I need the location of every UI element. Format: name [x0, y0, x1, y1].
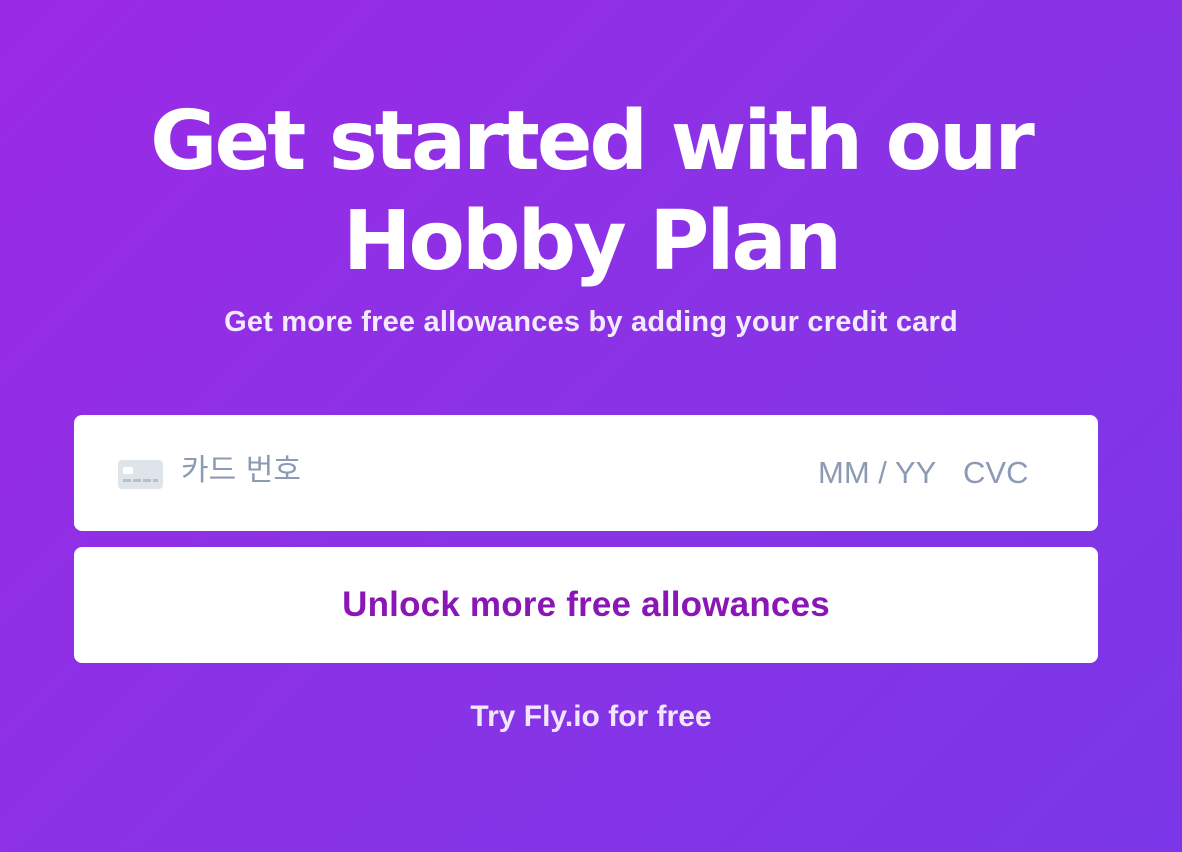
cvc-input[interactable]: [963, 455, 1053, 491]
page-subtitle: Get more free allowances by adding your …: [224, 306, 958, 338]
page-title: Get started with our Hobby Plan: [0, 92, 1182, 292]
expiry-input[interactable]: [818, 455, 948, 491]
hero: Get started with our Hobby Plan Get more…: [0, 92, 1182, 339]
title-line-1: Get started with our: [150, 94, 1035, 189]
credit-card-icon: [118, 460, 163, 489]
card-input-field[interactable]: [74, 415, 1098, 531]
card-chip: [123, 467, 133, 474]
card-number-input[interactable]: [181, 453, 581, 488]
try-free-link[interactable]: Try Fly.io for free: [0, 700, 1182, 734]
title-line-2: Hobby Plan: [342, 194, 842, 289]
card-number-dots: [123, 479, 158, 482]
unlock-allowances-button[interactable]: Unlock more free allowances: [74, 547, 1098, 663]
